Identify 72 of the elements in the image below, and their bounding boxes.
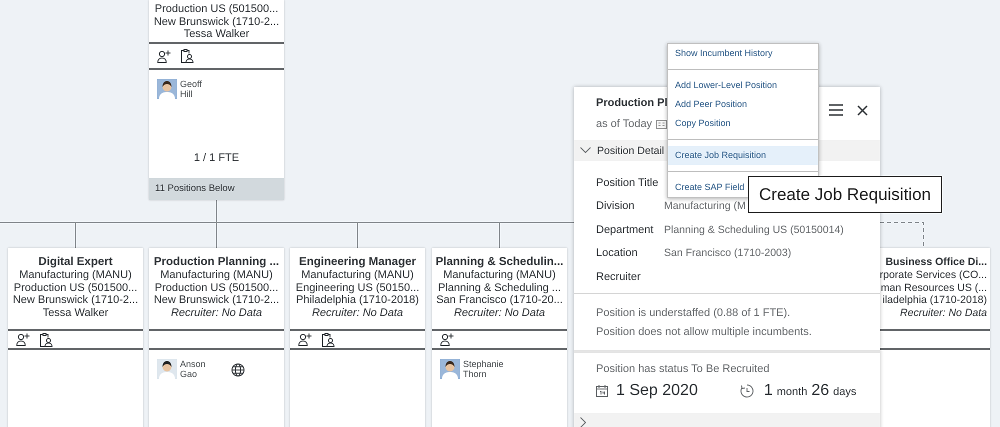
date-value: 1 Sep 2020 [616,382,698,400]
position-detail: Manufacturing (MANU) [18,269,133,282]
position-detail: San Francisco (1710-20... [435,294,564,306]
fte-count: 1 / 1 FTE [192,152,240,164]
field-value: Planning & Scheduling US (50150014) [664,224,844,236]
position-detail: Manufacturing (MANU) [442,269,557,282]
info-text: Position does not allow multiple incumbents. [596,324,813,340]
menu-item[interactable]: Add Lower-Level Position [668,76,818,95]
info-text: Position is understaffed (0.88 of 1 FTE). [596,306,792,320]
position-title: Business Office Di... [884,256,987,269]
status-text: Position has status To Be Recruited [596,362,770,376]
duration-value: 26 [811,382,830,400]
field-value: San Francisco (1710-2003) [664,247,792,260]
field-label: Location [596,247,639,260]
clipboard-person-icon[interactable] [321,332,335,346]
position-detail: Production US (501500... [12,282,138,294]
add-person-icon[interactable] [16,333,30,346]
position-title: Engineering Manager [298,256,417,269]
incumbent-name[interactable]: Geoff Hill [180,79,202,99]
chevron-down-icon[interactable] [580,147,591,154]
position-detail: Philadelphia (1710-2018) [295,294,420,306]
positions-below-bar[interactable]: 11 Positions Below [149,178,284,200]
position-detail: New Brunswick (1710-2... [152,294,280,306]
section-header[interactable]: Position Detail [597,144,664,156]
add-person-icon[interactable] [440,333,454,346]
menu-item[interactable]: Create Job Requisition [668,146,818,165]
duration-unit: days [833,386,856,398]
close-icon[interactable] [857,104,868,116]
position-detail: Engineering US (50150... [294,282,420,294]
date-label: as of Today [596,117,652,131]
position-title: Planning & Schedulin... [434,256,564,269]
position-detail: Manufacturing (MANU) [159,269,274,282]
menu-item[interactable]: Add Peer Position [668,95,818,114]
position-detail: New Brunswick (1710-2... [152,16,280,28]
position-detail: New Brunswick (1710-2... [12,294,140,306]
add-person-icon[interactable] [157,50,171,62]
incumbent-name[interactable]: Stephanie Thorn [463,359,504,379]
recruiter-label: Recruiter: No Data [899,306,987,319]
timer-icon [740,384,754,398]
field-value: Manufacturing (M [664,200,746,212]
position-detail: Manufacturing (MANU) [300,269,415,282]
field-label: Recruiter [596,270,642,283]
field-label: Department [596,224,654,236]
calendar-icon [596,384,608,396]
clipboard-person-icon[interactable] [180,49,194,63]
duration-value: 1 [764,382,773,400]
position-detail: Tessa Walker [42,306,110,319]
duration-unit: month [776,386,808,398]
position-detail: Planning & Scheduling ... [437,282,562,294]
menu-icon[interactable] [829,104,843,116]
position-detail: man Resources US (... [880,282,987,294]
position-detail: rporate Services (CO... [878,269,987,282]
field-label: Position Title [596,176,660,189]
add-person-icon[interactable] [298,333,312,346]
recruiter-label: Recruiter: No Data [170,306,264,319]
position-title: Production Planning ... [152,256,280,269]
incumbent-name[interactable]: Anson Gao [180,359,206,379]
recruiter-label: Recruiter: No Data [310,306,404,319]
position-detail: Tessa Walker [182,28,250,40]
position-title: Digital Expert [37,256,114,269]
position-detail: Production US (501500... [154,282,280,294]
position-detail: iladelphia (1710-2018) [882,294,987,306]
menu-item[interactable]: Show Incumbent History [668,44,818,63]
chevron-right-icon[interactable] [580,417,587,427]
calendar-card-icon[interactable] [656,120,668,128]
field-label: Division [596,200,636,212]
clipboard-person-icon[interactable] [39,332,53,346]
tooltip: Create Job Requisition [748,176,942,213]
position-detail: Production US (501500... [154,3,280,16]
recruiter-label: Recruiter: No Data [452,306,546,319]
popover-title: Production Pl [596,96,668,110]
menu-item[interactable]: Copy Position [668,114,818,133]
